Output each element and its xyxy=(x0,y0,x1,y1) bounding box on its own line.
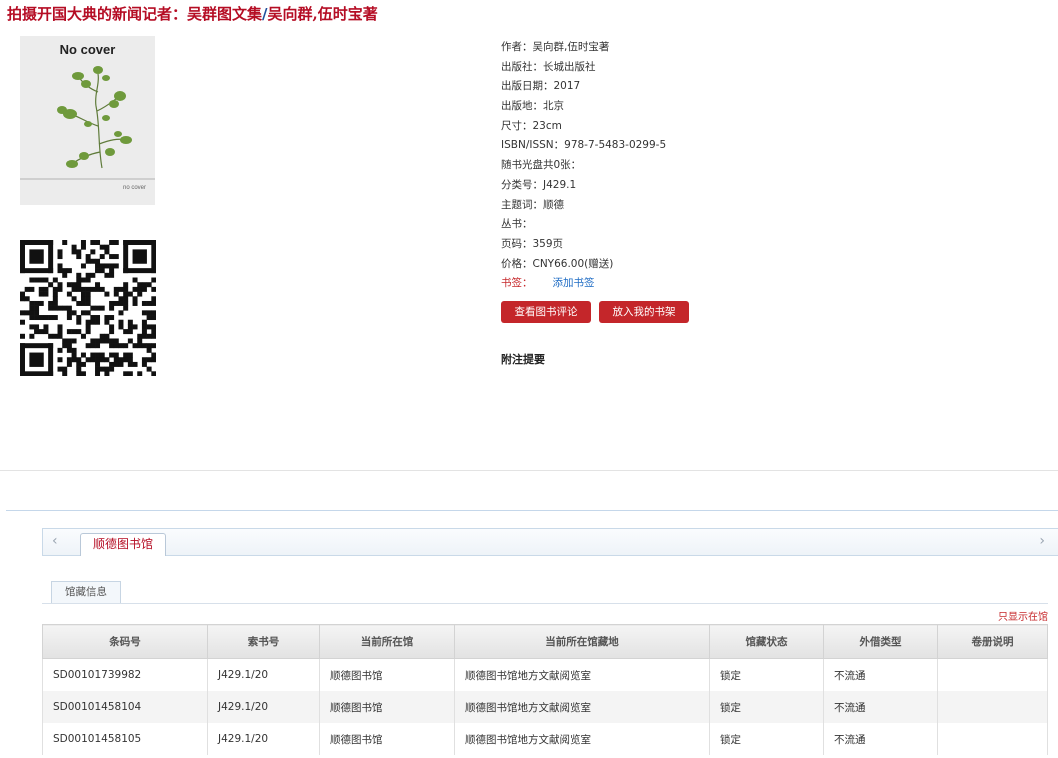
cell-barcode: SD00101739982 xyxy=(42,658,208,691)
cell-library: 顺德图书馆 xyxy=(319,691,455,723)
cover-strip xyxy=(20,178,155,180)
cover-small-text: no cover xyxy=(122,185,146,191)
cell-library: 顺德图书馆 xyxy=(319,723,455,755)
col-location: 当前所在馆藏地 xyxy=(454,624,710,659)
cell-barcode: SD00101458105 xyxy=(42,723,208,755)
cell-status: 锁定 xyxy=(709,723,824,755)
cell-status: 锁定 xyxy=(709,658,824,691)
cell-barcode: SD00101458104 xyxy=(42,691,208,723)
library-tab-strip: ‹ 顺德图书馆 › xyxy=(42,528,1058,556)
cell-loan-type: 不流通 xyxy=(823,723,938,755)
add-bookmark-link[interactable]: 添加书签 xyxy=(553,277,595,289)
col-current-library: 当前所在馆 xyxy=(319,624,455,659)
col-volume-note: 卷册说明 xyxy=(937,624,1048,659)
meta-isbn: ISBN/ISSN：978-7-5483-0299-5 xyxy=(501,139,667,152)
holdings-panel: ‹ 顺德图书馆 › 馆藏信息 只显示在馆 条码号 索书号 当前所在馆 当前所在馆… xyxy=(6,510,1058,758)
meta-bookmark: 书签： 添加书签 xyxy=(501,274,666,294)
table-row: SD00101739982 J429.1/20 顺德图书馆 顺德图书馆地方文献阅… xyxy=(42,658,1048,691)
bookmark-label: 书签： xyxy=(501,277,533,290)
section-divider xyxy=(0,470,1058,471)
subtab-underline xyxy=(42,603,1048,604)
cell-volume-note xyxy=(937,691,1048,723)
col-loan-type: 外借类型 xyxy=(823,624,938,659)
cell-location: 顺德图书馆地方文献阅览室 xyxy=(454,723,710,755)
cell-volume-note xyxy=(937,723,1048,755)
book-authors: 吴向群,伍时宝著 xyxy=(267,5,378,23)
qr-code-image xyxy=(20,240,156,376)
meta-author: 作者：吴向群,伍时宝著 xyxy=(501,41,610,53)
cell-location: 顺德图书馆地方文献阅览室 xyxy=(454,691,710,723)
table-row: SD00101458105 J429.1/20 顺德图书馆 顺德图书馆地方文献阅… xyxy=(42,723,1048,755)
table-row: SD00101458104 J429.1/20 顺德图书馆 顺德图书馆地方文献阅… xyxy=(42,691,1048,723)
cell-call-number: J429.1/20 xyxy=(207,723,320,755)
cell-call-number: J429.1/20 xyxy=(207,691,320,723)
meta-pub-date: 出版日期：2017 xyxy=(501,80,581,93)
cell-status: 锁定 xyxy=(709,691,824,723)
only-in-library-link[interactable]: 只显示在馆 xyxy=(998,608,1048,623)
cell-loan-type: 不流通 xyxy=(823,691,938,723)
meta-subject: 主题词：顺德 xyxy=(501,198,564,211)
book-metadata: 作者：吴向群,伍时宝著 出版社：长城出版社 出版日期：2017 出版地：北京 尺… xyxy=(501,38,666,294)
col-barcode: 条码号 xyxy=(42,624,208,659)
col-call-number: 索书号 xyxy=(207,624,320,659)
book-cover-image: No cover no cover xyxy=(20,36,155,205)
notes-summary-heading: 附注提要 xyxy=(501,353,545,366)
book-title: 拍摄开国大典的新闻记者：吴群图文集/吴向群,伍时宝著 xyxy=(7,3,378,25)
book-title-text: 拍摄开国大典的新闻记者：吴群图文集 xyxy=(7,5,263,23)
meta-series: 丛书： xyxy=(501,218,533,231)
holdings-table: 条码号 索书号 当前所在馆 当前所在馆藏地 馆藏状态 外借类型 卷册说明 SD0… xyxy=(42,624,1048,755)
meta-publisher: 出版社：长城出版社 xyxy=(501,60,596,73)
cell-library: 顺德图书馆 xyxy=(319,658,455,691)
cell-location: 顺德图书馆地方文献阅览室 xyxy=(454,658,710,691)
cover-placeholder-text: No cover xyxy=(59,42,116,57)
meta-disc: 随书光盘共0张： xyxy=(501,159,582,172)
cell-call-number: J429.1/20 xyxy=(207,658,320,691)
add-to-shelf-button[interactable]: 放入我的书架 xyxy=(599,301,689,323)
scroll-right-icon[interactable]: › xyxy=(1039,533,1045,549)
cell-volume-note xyxy=(937,658,1048,691)
col-status: 馆藏状态 xyxy=(709,624,824,659)
meta-price: 价格：CNY66.00(赠送) xyxy=(501,257,614,270)
tab-holdings-info[interactable]: 馆藏信息 xyxy=(51,581,121,604)
view-reviews-button[interactable]: 查看图书评论 xyxy=(501,301,591,323)
meta-pages: 页码：359页 xyxy=(501,237,564,250)
table-header-row: 条码号 索书号 当前所在馆 当前所在馆藏地 馆藏状态 外借类型 卷册说明 xyxy=(42,624,1048,659)
tab-shunde-library[interactable]: 顺德图书馆 xyxy=(80,533,167,556)
scroll-left-icon[interactable]: ‹ xyxy=(52,533,58,549)
cell-loan-type: 不流通 xyxy=(823,658,938,691)
meta-pub-place: 出版地：北京 xyxy=(501,100,564,113)
meta-class-no: 分类号：J429.1 xyxy=(501,178,577,191)
plant-illustration xyxy=(57,66,132,169)
meta-size: 尺寸：23cm xyxy=(501,119,562,132)
